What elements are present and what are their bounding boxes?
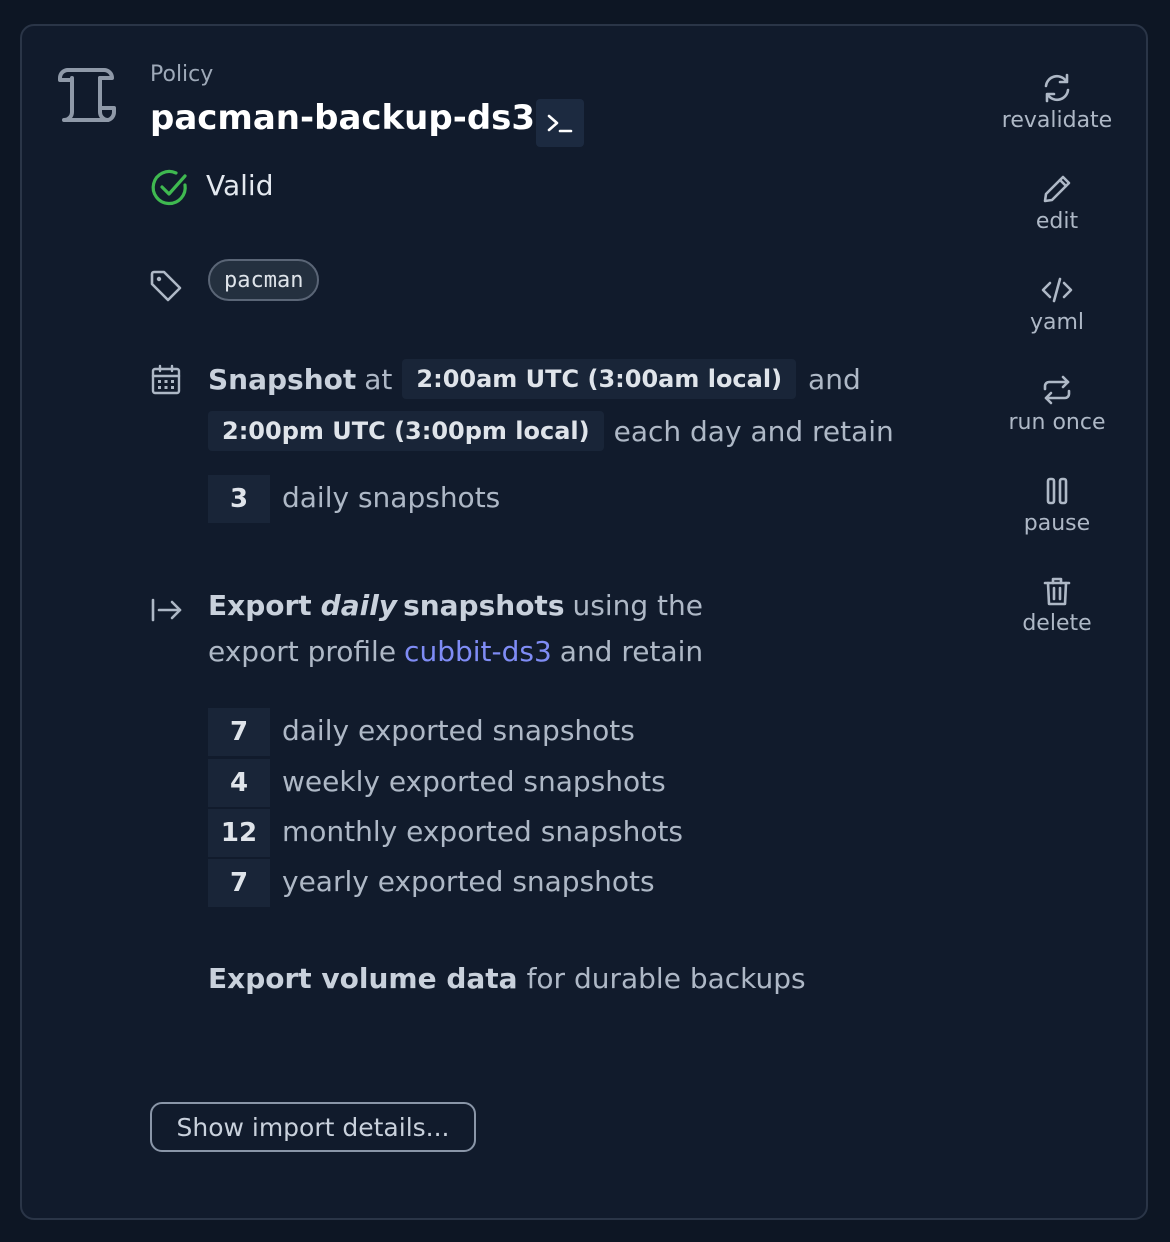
export-line-2: export profile cubbit-ds3 and retain xyxy=(208,635,703,668)
check-circle-icon xyxy=(150,168,190,208)
retention-count: 12 xyxy=(208,809,270,857)
export-arrow-icon xyxy=(150,596,184,624)
retention-count: 4 xyxy=(208,759,270,807)
policy-card: Policy pacman-backup-ds3 Valid pacman Sn… xyxy=(20,24,1148,1220)
status-text: Valid xyxy=(206,169,274,202)
terminal-icon xyxy=(547,114,573,133)
schedule-line-1: Snapshot at 2:00am UTC (3:00am local) an… xyxy=(208,359,861,399)
run-once-button[interactable]: run once xyxy=(982,374,1132,435)
at-word: at xyxy=(364,362,393,396)
time-chip-2: 2:00pm UTC (3:00pm local) xyxy=(208,411,604,451)
export-profile-suffix: and retain xyxy=(559,635,704,668)
action-label: delete xyxy=(1022,611,1092,636)
and-word: and xyxy=(808,362,861,396)
terminal-button[interactable] xyxy=(536,99,584,147)
export-profile-prefix: export profile xyxy=(208,635,397,668)
calendar-icon xyxy=(150,364,182,396)
retain-label: daily snapshots xyxy=(282,481,501,514)
export-volume-rest: for durable backups xyxy=(526,962,806,995)
export-snapshots-label: snapshots xyxy=(403,589,565,622)
refresh-icon xyxy=(1044,73,1070,103)
delete-button[interactable]: delete xyxy=(982,575,1132,636)
action-label: yaml xyxy=(1029,310,1085,335)
scroll-icon xyxy=(56,66,118,124)
export-volume-label: Export volume data xyxy=(208,962,518,995)
time-chip-1: 2:00am UTC (3:00am local) xyxy=(402,359,797,399)
retention-label: monthly exported snapshots xyxy=(282,815,684,848)
retention-count: 7 xyxy=(208,859,270,907)
kind-label: Policy xyxy=(150,62,214,87)
retention-label: yearly exported snapshots xyxy=(282,865,655,898)
revalidate-button[interactable]: revalidate xyxy=(982,72,1132,133)
snapshot-label: Snapshot xyxy=(208,362,357,396)
pencil-icon xyxy=(1043,175,1071,203)
pause-button[interactable]: pause xyxy=(982,475,1132,536)
export-frequency: daily xyxy=(320,589,398,622)
tag-icon xyxy=(148,268,184,304)
policy-title: pacman-backup-ds3 xyxy=(150,98,536,138)
pause-icon xyxy=(1046,477,1068,505)
action-label: pause xyxy=(1023,511,1091,536)
show-import-details-button[interactable]: Show import details... xyxy=(150,1102,476,1152)
export-volume-line: Export volume data for durable backups xyxy=(208,962,806,995)
export-label: Export xyxy=(208,589,312,622)
trash-icon xyxy=(1043,577,1071,606)
retention-label: weekly exported snapshots xyxy=(282,765,666,798)
retention-label: daily exported snapshots xyxy=(282,714,635,747)
action-label: edit xyxy=(1035,209,1079,234)
schedule-line-2: 2:00pm UTC (3:00pm local) each day and r… xyxy=(208,411,894,451)
export-lead-rest: using the xyxy=(572,589,703,622)
code-icon xyxy=(1041,277,1073,303)
retention-count: 7 xyxy=(208,708,270,756)
export-line-1: Export daily snapshots using the xyxy=(208,589,703,622)
repeat-icon xyxy=(1043,375,1071,405)
tag-pill[interactable]: pacman xyxy=(208,259,320,301)
schedule-tail: each day and retain xyxy=(613,414,894,448)
action-label: revalidate xyxy=(1001,108,1113,133)
retain-count: 3 xyxy=(208,475,270,523)
yaml-button[interactable]: yaml xyxy=(982,274,1132,335)
export-profile-link[interactable]: cubbit-ds3 xyxy=(404,635,552,668)
action-label: run once xyxy=(1008,410,1106,435)
edit-button[interactable]: edit xyxy=(982,173,1132,234)
